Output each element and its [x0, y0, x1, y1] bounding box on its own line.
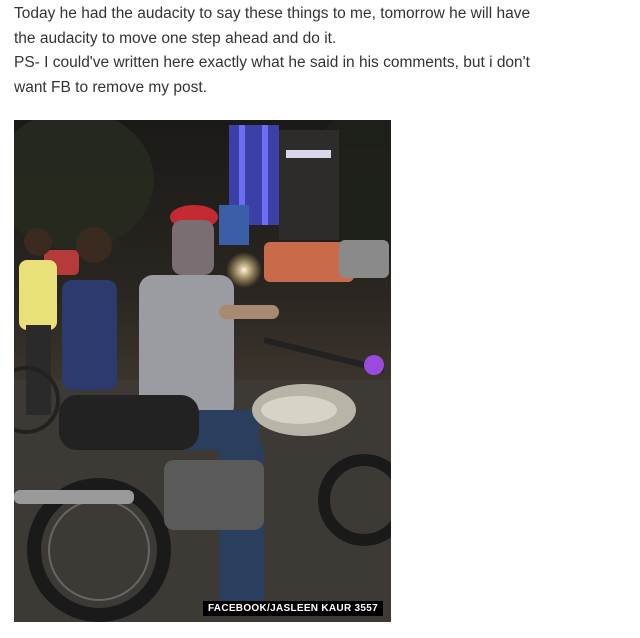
post-line: PS- I could've written here exactly what…	[14, 54, 530, 71]
photo-credit: FACEBOOK/JASLEEN KAUR 3557	[202, 601, 383, 616]
post-line: want FB to remove my post.	[14, 78, 207, 96]
post-text: Today he had the audacity to say these t…	[14, 2, 630, 100]
post-line: Today he had the audacity to say these t…	[14, 5, 531, 22]
motorcycle-night-photo	[14, 120, 391, 622]
post-photo[interactable]: FACEBOOK/JASLEEN KAUR 3557	[14, 120, 391, 622]
post-line: the audacity to move one step ahead and …	[14, 29, 337, 47]
